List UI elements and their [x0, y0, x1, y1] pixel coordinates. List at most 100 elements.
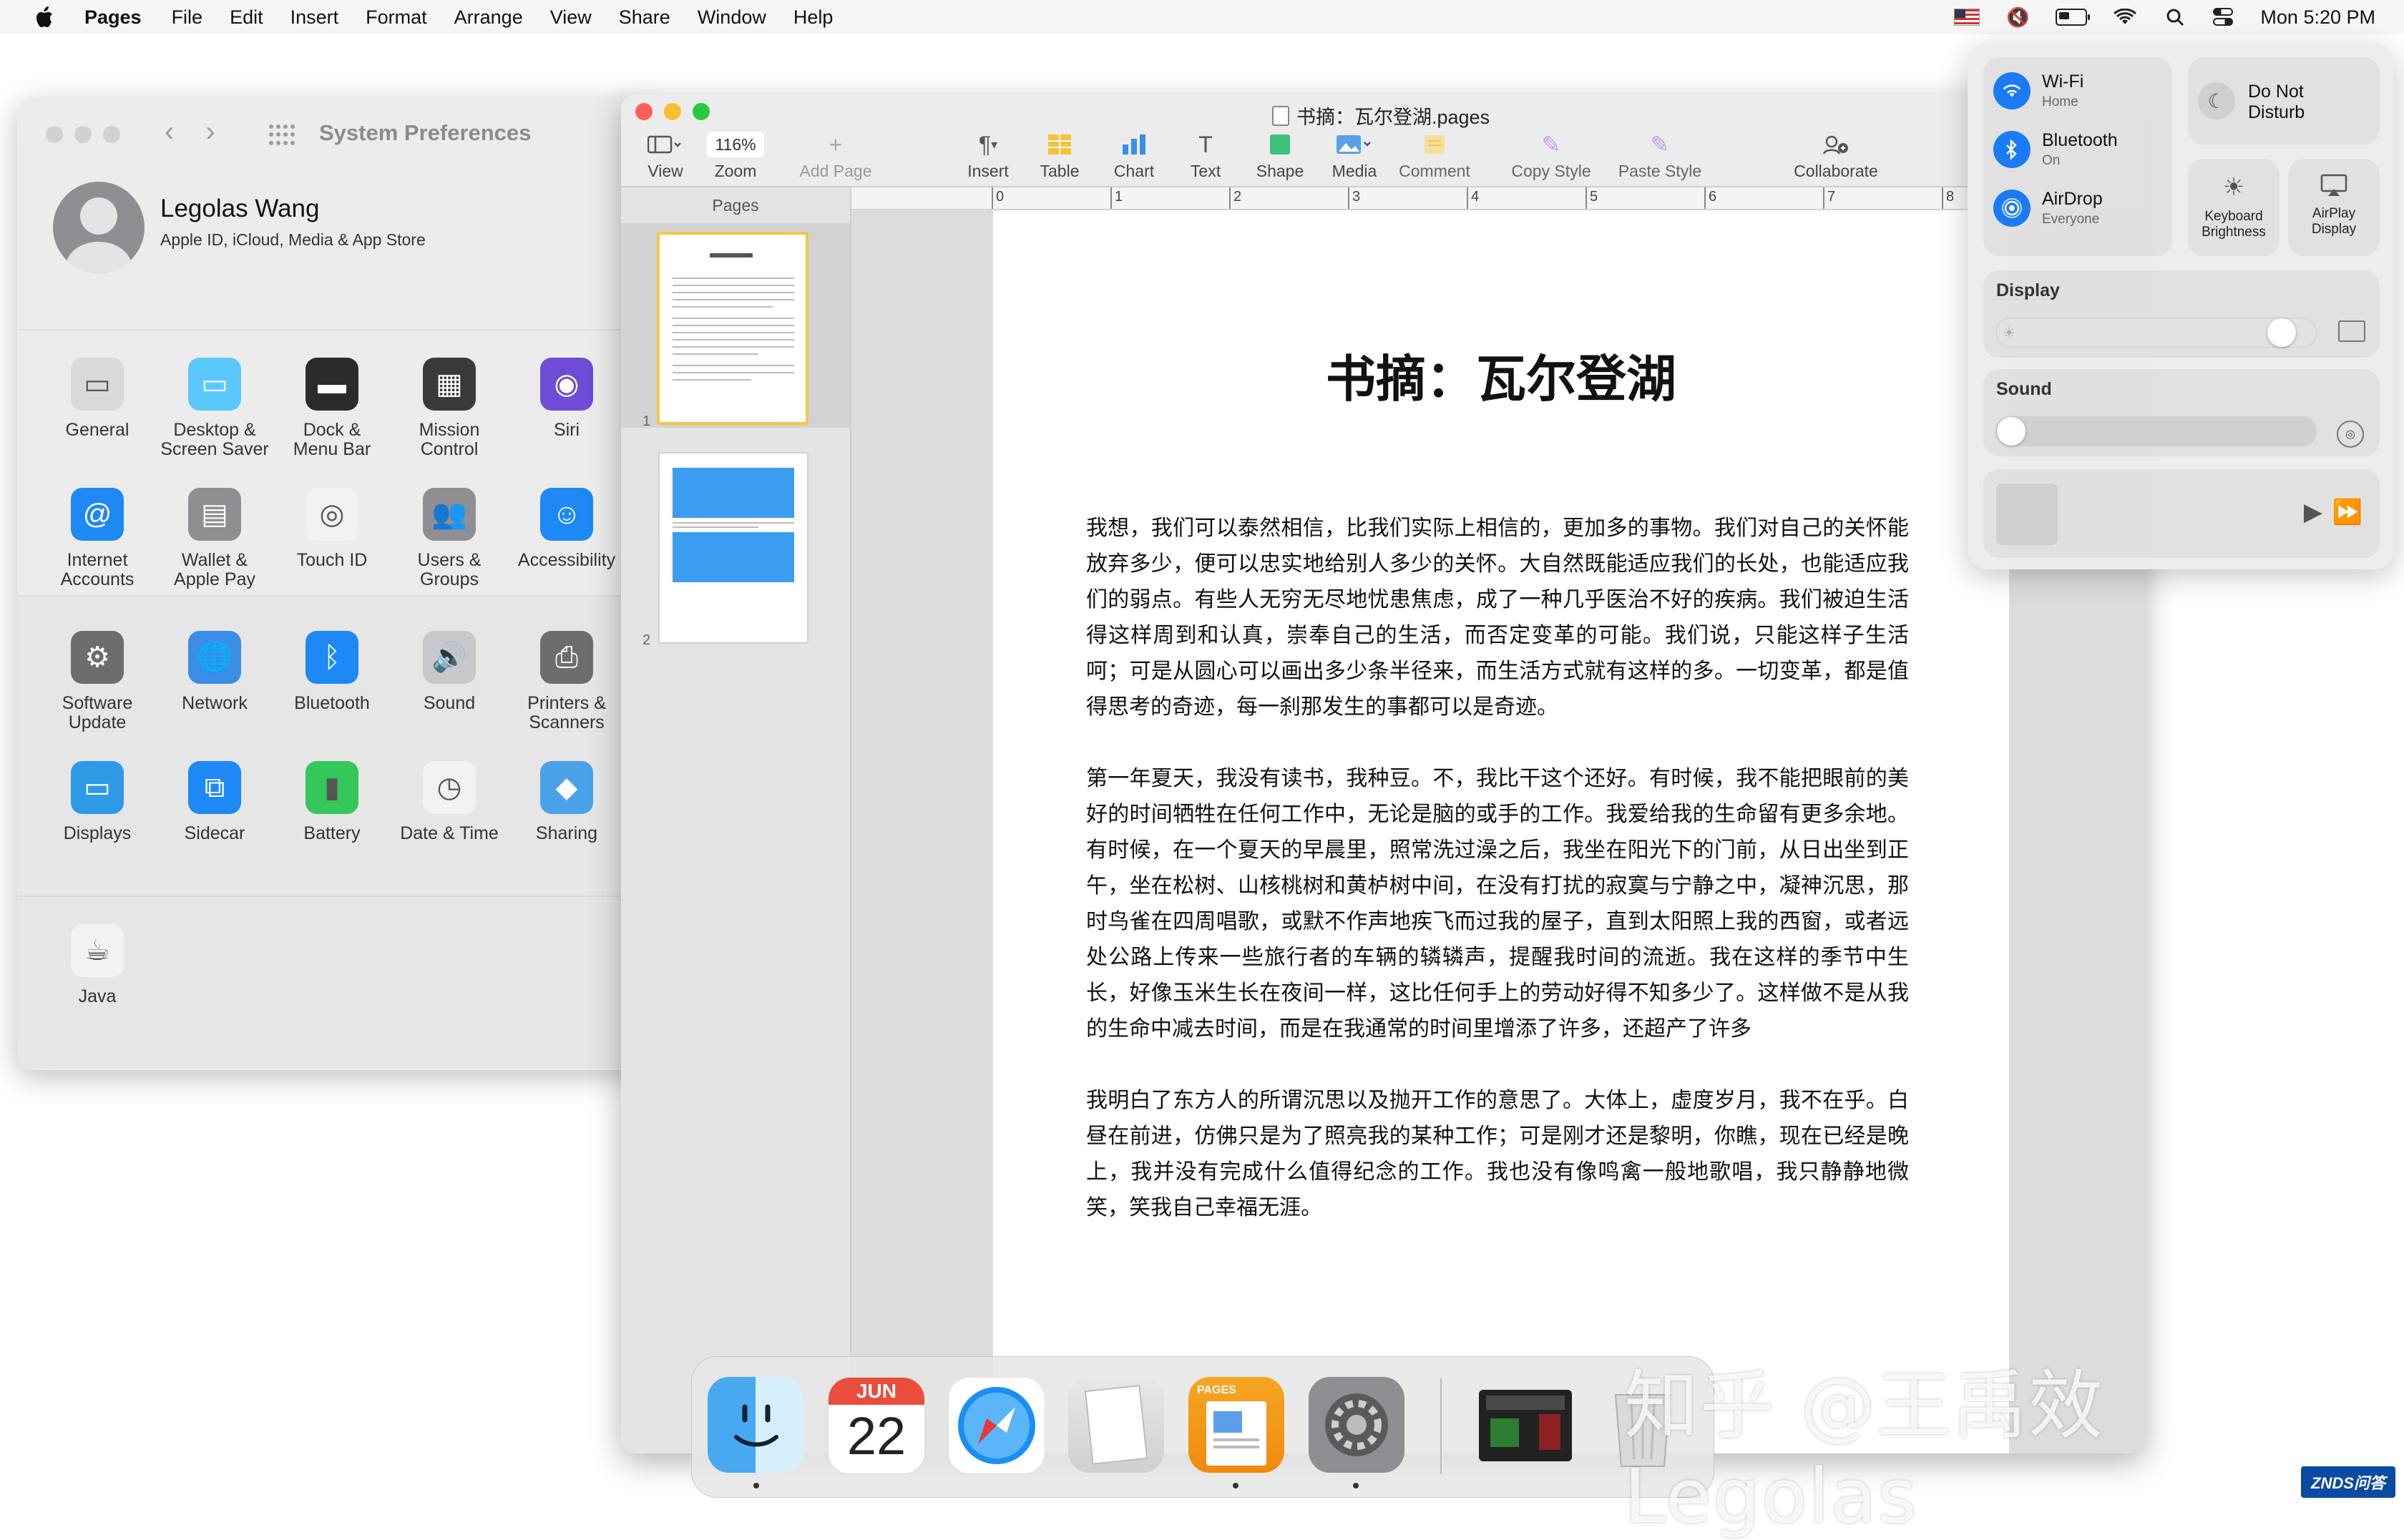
chart-button[interactable]: Chart [1102, 130, 1166, 181]
pref-printer[interactable]: ⎙ Printers & Scanners [508, 631, 625, 732]
pref-software-update[interactable]: ⚙ Software Update [39, 631, 156, 732]
airdrop-toggle[interactable]: AirDrop Everyone [1993, 189, 2103, 227]
forward-chevron-icon[interactable]: › [205, 116, 215, 148]
pref-java[interactable]: ☕ Java [39, 924, 156, 1006]
document-filename: 书摘：瓦尔登湖.pages [1296, 107, 1490, 128]
media-button[interactable]: Media [1322, 130, 1387, 181]
pref-general[interactable]: ▭ General [39, 358, 156, 440]
add-page-button[interactable]: + Add Page [791, 130, 880, 181]
wifi-status-icon[interactable] [2113, 6, 2137, 28]
shape-button[interactable]: Shape [1248, 130, 1312, 181]
view-button[interactable]: View [637, 130, 694, 181]
java-icon: ☕ [71, 924, 124, 977]
display-settings-icon[interactable] [2338, 320, 2365, 342]
sp-zoom-button[interactable] [103, 126, 120, 143]
copy-style-button[interactable]: ✎ Copy Style [1501, 130, 1601, 181]
sp-minimize-button[interactable] [74, 126, 92, 143]
pref-label: Date & Time [400, 823, 499, 843]
sp-window-controls [46, 126, 120, 143]
insert-button[interactable]: ¶ ▾ Insert [956, 130, 1020, 181]
comment-button[interactable]: Comment [1395, 130, 1474, 181]
menu-edit[interactable]: Edit [230, 6, 263, 29]
pref-fingerprint[interactable]: ◎ Touch ID [273, 488, 391, 570]
recent-window-thumbnail-icon[interactable] [1479, 1390, 1572, 1461]
menu-help[interactable]: Help [793, 6, 834, 29]
document-page[interactable]: 书摘：瓦尔登湖 我想，我们可以泰然相信，比我们实际上相信的，更加多的事物。我们对… [993, 210, 2009, 1453]
show-all-grid-icon[interactable] [269, 124, 295, 146]
menu-insert[interactable]: Insert [290, 6, 339, 29]
paste-style-button[interactable]: ✎ Paste Style [1607, 130, 1713, 181]
battery-status-icon[interactable] [2056, 9, 2091, 26]
display-slider-knob[interactable] [2267, 318, 2296, 347]
menu-share[interactable]: Share [619, 6, 670, 29]
sp-close-button[interactable] [46, 126, 63, 143]
paragraph-2[interactable]: 第一年夏天，我没有读书，我种豆。不，我比干这个还好。有时候，我不能把眼前的美好的… [1086, 761, 1909, 1047]
input-source-flag-icon[interactable] [1954, 9, 1980, 26]
pages-app-icon[interactable]: PAGES [1188, 1377, 1284, 1473]
pref-sharing[interactable]: ◆ Sharing [508, 761, 625, 843]
menu-clock[interactable]: Mon 5:20 PM [2260, 6, 2375, 29]
system-preferences-dock-icon[interactable] [1309, 1377, 1404, 1473]
keyboard-brightness-button[interactable]: ☀ Keyboard Brightness [2188, 159, 2280, 256]
pref-displays[interactable]: ▭ Displays [39, 761, 156, 843]
pages-minimize-button[interactable] [664, 103, 681, 120]
pref-clock[interactable]: ◷ Date & Time [391, 761, 508, 843]
volume-slider-knob[interactable] [1997, 417, 2026, 446]
pref-bluetooth[interactable]: ᛒ Bluetooth [273, 631, 391, 713]
menu-window[interactable]: Window [698, 6, 766, 29]
apple-id-banner[interactable]: Legolas Wang Apple ID, iCloud, Media & A… [17, 173, 647, 330]
menu-view[interactable]: View [550, 6, 592, 29]
pref-dock[interactable]: ▬ Dock & Menu Bar [273, 358, 391, 459]
pages-close-button[interactable] [635, 103, 653, 120]
document-heading[interactable]: 书摘：瓦尔登湖 [993, 339, 2009, 411]
finder-icon[interactable] [708, 1377, 803, 1473]
airplay-display-button[interactable]: AirPlay Display [2288, 159, 2380, 256]
wifi-toggle[interactable]: Wi-Fi Home [1993, 72, 2083, 110]
zoom-value[interactable]: 116% [707, 132, 764, 157]
paragraph-3[interactable]: 我明白了东方人的所谓沉思以及抛开工作的意思了。大体上，虚度岁月，我不在乎。白昼在… [1086, 1083, 1909, 1226]
pref-siri[interactable]: ◉ Siri [508, 358, 625, 440]
pref-desktop[interactable]: ▭ Desktop & Screen Saver [156, 358, 273, 459]
pref-network[interactable]: 🌐 Network [156, 631, 273, 713]
pref-sound[interactable]: 🔊 Sound [391, 631, 508, 713]
menu-app-name[interactable]: Pages [84, 6, 142, 29]
paragraph-1[interactable]: 我想，我们可以泰然相信，比我们实际上相信的，更加多的事物。我们对自己的关怀能放弃… [1086, 511, 1909, 725]
pref-wallet[interactable]: ▤ Wallet & Apple Pay [156, 488, 273, 589]
bluetooth-toggle[interactable]: Bluetooth On [1993, 130, 2118, 169]
table-button[interactable]: Table [1027, 130, 1092, 181]
avatar[interactable] [53, 182, 145, 273]
calendar-icon[interactable]: JUN 22 [828, 1377, 925, 1474]
spotlight-search-icon[interactable] [2163, 6, 2187, 28]
pref-at[interactable]: @ Internet Accounts [39, 488, 156, 589]
play-icon[interactable]: ▶ [2304, 498, 2322, 526]
fast-forward-icon[interactable]: ⏩ [2332, 498, 2363, 526]
pref-accessibility[interactable]: ☺ Accessibility [508, 488, 625, 570]
control-center-icon[interactable] [2213, 8, 2234, 26]
do-not-disturb-toggle[interactable]: ☾ Do Not Disturb [2188, 57, 2380, 144]
safari-icon[interactable] [948, 1377, 1045, 1474]
zoom-control[interactable]: 116% Zoom [701, 130, 770, 181]
menu-arrange[interactable]: Arrange [454, 6, 523, 29]
collaborate-button[interactable]: Collaborate [1787, 130, 1885, 181]
horizontal-ruler[interactable]: 0 1 2 3 4 5 6 7 8 [851, 187, 2145, 210]
pref-sidecar[interactable]: ⧉ Sidecar [156, 761, 273, 843]
pref-users[interactable]: 👥 Users & Groups [391, 488, 508, 589]
ruler-tick-label: 8 [1946, 189, 1955, 205]
page-thumbnail-1[interactable] [657, 232, 808, 425]
apple-menu-icon[interactable] [31, 5, 56, 29]
pages-window: 书摘：瓦尔登湖.pages View 116% Zoom + Add Page … [621, 94, 2145, 1453]
airplay-audio-icon[interactable]: ◎ [2337, 421, 2364, 448]
menu-format[interactable]: Format [366, 6, 427, 29]
text-button[interactable]: T Text [1173, 130, 1238, 181]
mute-icon[interactable]: 🔇 [2005, 6, 2030, 28]
pref-battery[interactable]: ▮ Battery [273, 761, 391, 843]
display-brightness-slider[interactable]: ☀ [1996, 318, 2317, 348]
pages-zoom-button[interactable] [693, 103, 710, 120]
preview-icon[interactable] [1068, 1377, 1164, 1473]
volume-slider[interactable] [1996, 416, 2317, 446]
pref-mission-control[interactable]: ▦ Mission Control [391, 358, 508, 459]
back-chevron-icon[interactable]: ‹ [165, 116, 174, 148]
menu-file[interactable]: File [172, 6, 203, 29]
page-thumbnail-2[interactable] [658, 452, 808, 644]
wifi-title: Wi-Fi [2042, 72, 2084, 92]
